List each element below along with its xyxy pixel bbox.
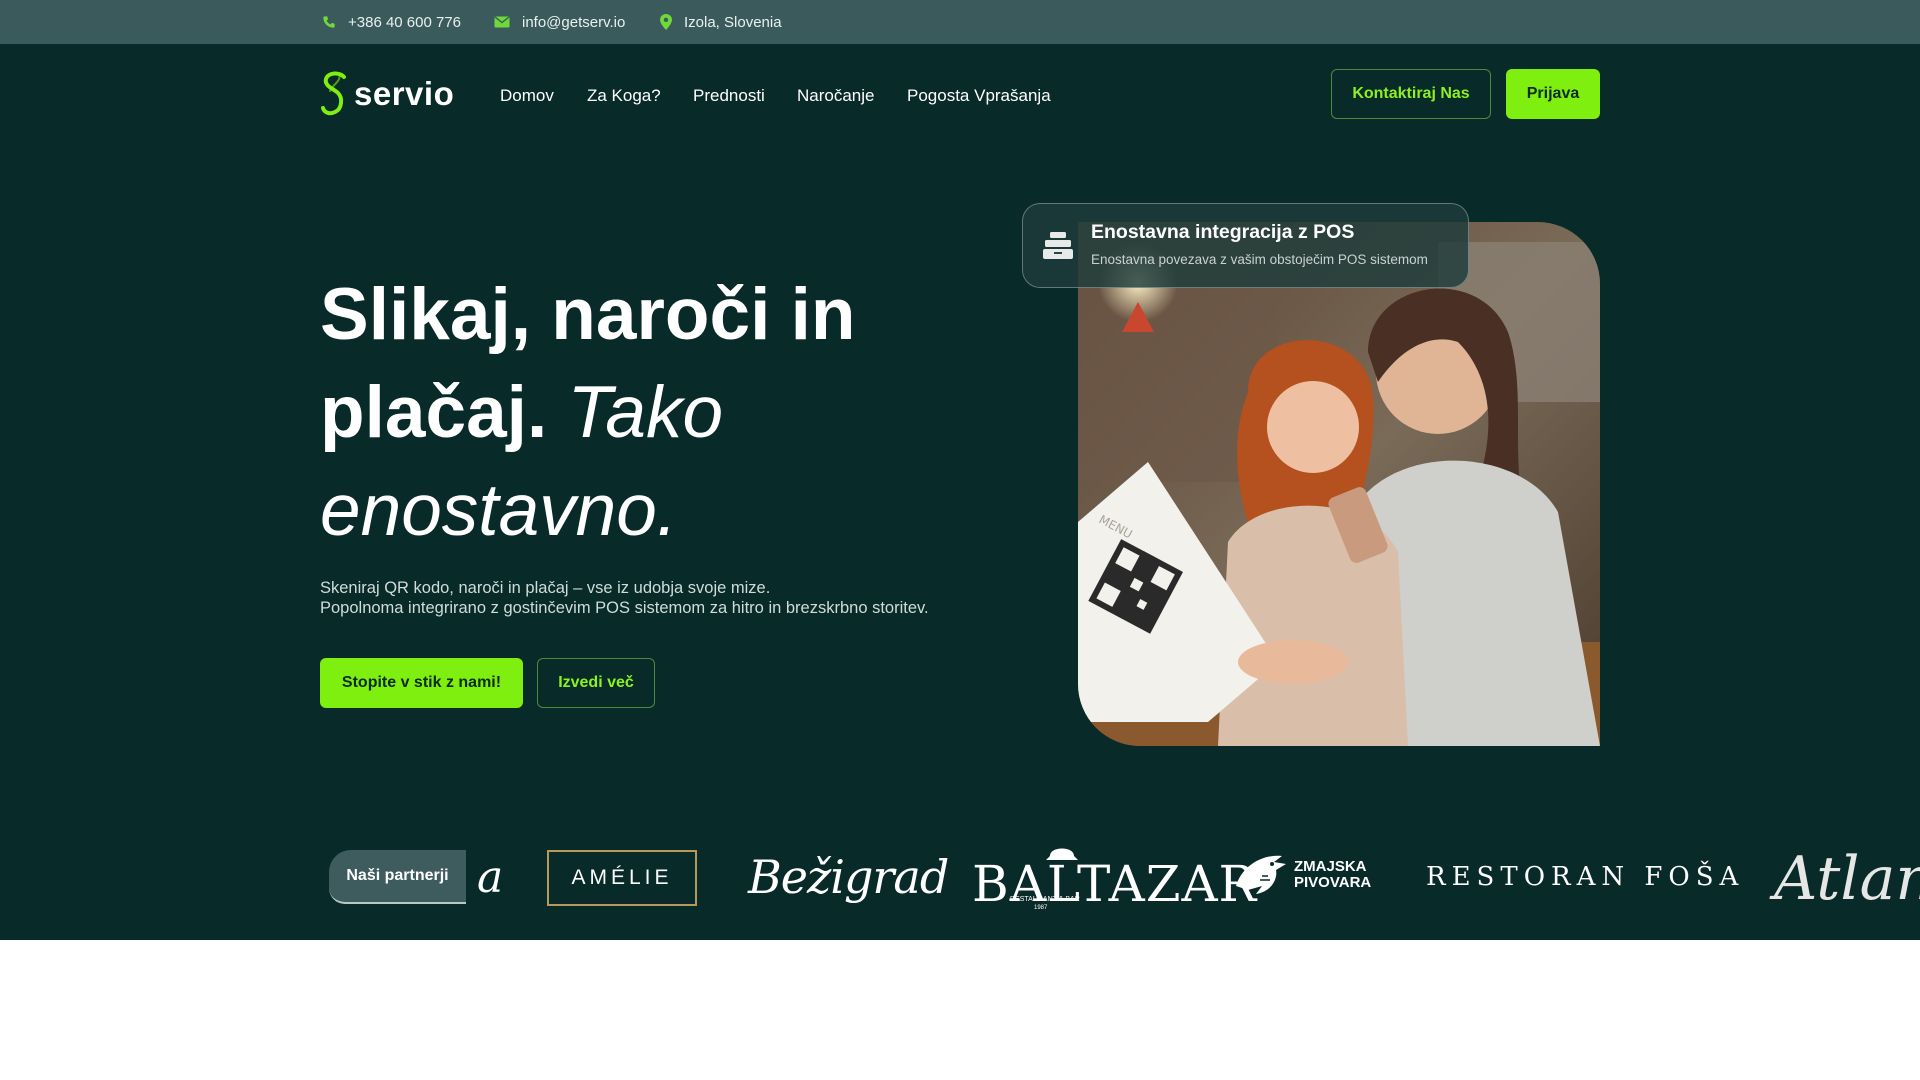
contact-bar: +386 40 600 776 info@getserv.io Izola, S… xyxy=(0,0,1920,44)
women-ordering-illustration: MENU xyxy=(1078,222,1600,746)
hero-title-line1: Slikaj, naroči in xyxy=(320,274,856,355)
nav-pogosta-vprasanja[interactable]: Pogosta Vprašanja xyxy=(907,86,1051,106)
callout-title: Enostavna integracija z POS xyxy=(1091,221,1355,243)
location-contact: Izola, Slovenia xyxy=(660,0,782,44)
phone-icon xyxy=(323,16,335,28)
baltazar-year: 1987 xyxy=(1034,905,1048,911)
baltazar-tagline: RESTAURANT & BAR xyxy=(1010,896,1080,903)
phone-number: +386 40 600 776 xyxy=(348,13,462,31)
phone-contact[interactable]: +386 40 600 776 xyxy=(322,0,461,44)
hero-subtitle-line2: Popolnoma integrirano z gostinčevim POS … xyxy=(320,599,929,617)
hat-icon xyxy=(1046,848,1078,860)
zmajska-line1: ZMAJSKA xyxy=(1294,858,1367,875)
partner-logo-baltazar: BALTAZAR RESTAURANT & BAR 1987 xyxy=(972,844,1257,914)
brand-logo[interactable]: servio xyxy=(320,71,454,117)
zmajska-line2: PIVOVARA xyxy=(1294,874,1372,891)
zmajska-wordmark: ZMAJSKA PIVOVARA xyxy=(1294,859,1371,891)
nav-prednosti[interactable]: Prednosti xyxy=(693,86,765,106)
dragon-icon xyxy=(1236,855,1286,894)
hero-subtitle: Skeniraj QR kodo, naroči in plačaj – vse… xyxy=(320,578,1020,618)
contact-us-button[interactable]: Kontaktiraj Nas xyxy=(1331,69,1491,119)
partner-logo-restoran-fosa: RESTORAN FOŠA xyxy=(1426,862,1745,892)
brand-name: servio xyxy=(354,75,455,112)
nav-za-koga[interactable]: Za Koga? xyxy=(587,86,661,106)
hero-subtitle-line1: Skeniraj QR kodo, naroči in plačaj – vse… xyxy=(320,579,771,597)
map-pin-icon xyxy=(660,14,672,30)
pos-integration-card: Enostavna integracija z POS Enostavna po… xyxy=(1022,203,1469,288)
callout-subtitle: Enostavna povezava z vašim obstoječim PO… xyxy=(1091,252,1428,267)
nav-domov[interactable]: Domov xyxy=(500,86,554,106)
partner-logo-zmajska-pivovara: ZMAJSKA PIVOVARA xyxy=(1232,846,1371,904)
email-contact[interactable]: info@getserv.io xyxy=(494,0,625,44)
hero-title-line2-bold: plačaj. xyxy=(320,372,548,453)
hero-title-line2-italic: Tako xyxy=(567,372,724,453)
hero-title: Slikaj, naroči in plačaj. Tako enostavno… xyxy=(320,266,960,560)
get-in-touch-button[interactable]: Stopite v stik z nami! xyxy=(320,658,523,708)
email-address: info@getserv.io xyxy=(522,13,626,31)
nav-narocanje[interactable]: Naročanje xyxy=(797,86,875,106)
location-text: Izola, Slovenia xyxy=(684,13,782,31)
learn-more-button[interactable]: Izvedi več xyxy=(537,658,655,708)
partner-logo-atlantic: Atlantic xyxy=(1774,844,1920,914)
login-button[interactable]: Prijava xyxy=(1506,69,1600,119)
partner-logo-amelie: AMÉLIE xyxy=(547,850,697,906)
partner-logo-partial: a xyxy=(477,852,504,903)
servio-logo-icon xyxy=(321,71,346,116)
partner-logo-bezigrad: Bežigrad xyxy=(748,850,949,904)
partners-label: Naši partnerji xyxy=(329,850,466,904)
mail-icon xyxy=(494,16,510,28)
baltazar-wordmark: BALTAZAR xyxy=(972,855,1258,913)
hero-title-line3-italic: enostavno. xyxy=(320,470,678,551)
hero-section: servio Domov Za Koga? Prednosti Naročanj… xyxy=(0,44,1920,940)
hero-photo: MENU xyxy=(1078,222,1600,746)
pos-register-icon xyxy=(1043,232,1073,259)
